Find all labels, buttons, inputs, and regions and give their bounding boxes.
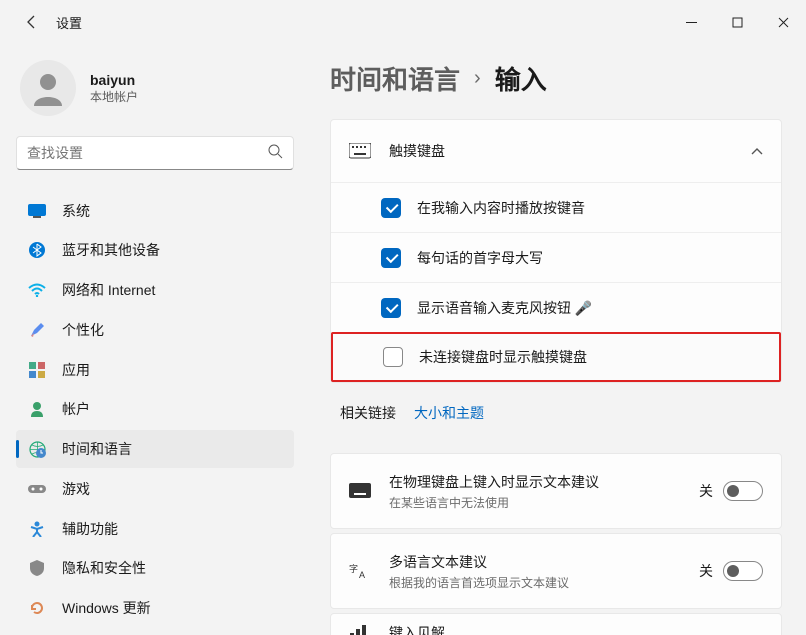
close-button[interactable] <box>760 4 806 40</box>
toggle-state: 关 <box>699 561 713 581</box>
window-title: 设置 <box>56 13 82 32</box>
search-icon <box>268 144 283 162</box>
nav-personalization[interactable]: 个性化 <box>16 311 294 349</box>
nav-label: 游戏 <box>62 479 90 499</box>
chevron-up-icon <box>751 143 763 159</box>
svg-text:A: A <box>359 570 365 580</box>
checkbox-checked[interactable] <box>381 298 401 318</box>
opt-voice-mic[interactable]: 显示语音输入麦克风按钮 🎤 <box>331 282 781 332</box>
size-theme-link[interactable]: 大小和主题 <box>414 403 484 423</box>
physical-keyboard-suggest-card[interactable]: 在物理键盘上键入时显示文本建议 在某些语言中无法使用 关 <box>330 453 782 529</box>
nav-label: 系统 <box>62 201 90 221</box>
nav-label: 网络和 Internet <box>62 280 155 300</box>
accessibility-icon <box>28 520 46 538</box>
user-sub: 本地帐户 <box>90 88 138 105</box>
checkbox-unchecked[interactable] <box>383 347 403 367</box>
nav-label: 辅助功能 <box>62 519 118 539</box>
opt-show-when-no-keyboard[interactable]: 未连接键盘时显示触摸键盘 <box>331 332 781 382</box>
sidebar: baiyun 本地帐户 系统 蓝牙和其他设备 网络和 Internet <box>0 44 302 635</box>
opt-label: 未连接键盘时显示触摸键盘 <box>419 347 587 367</box>
keyboard-solid-icon <box>349 480 371 502</box>
nav-label: 帐户 <box>62 399 90 419</box>
toggle-state: 关 <box>699 481 713 501</box>
nav-label: 蓝牙和其他设备 <box>62 240 160 260</box>
nav-windows-update[interactable]: Windows 更新 <box>16 589 294 627</box>
nav-bluetooth[interactable]: 蓝牙和其他设备 <box>16 232 294 270</box>
search-input[interactable] <box>27 145 268 161</box>
breadcrumb-current: 输入 <box>495 60 547 97</box>
keyboard-icon <box>349 140 371 162</box>
nav-label: 应用 <box>62 360 90 380</box>
brush-icon <box>28 321 46 339</box>
opt-label: 在我输入内容时播放按键音 <box>417 198 585 218</box>
related-label: 相关链接 <box>340 403 396 423</box>
svg-text:字: 字 <box>349 563 358 574</box>
insights-icon <box>349 622 371 635</box>
nav-network[interactable]: 网络和 Internet <box>16 271 294 309</box>
nav-system[interactable]: 系统 <box>16 192 294 230</box>
nav-accessibility[interactable]: 辅助功能 <box>16 510 294 548</box>
nav-gaming[interactable]: 游戏 <box>16 470 294 508</box>
person-icon <box>28 400 46 418</box>
avatar <box>20 60 76 116</box>
breadcrumb-parent[interactable]: 时间和语言 <box>330 60 460 97</box>
update-icon <box>28 599 46 617</box>
opt-label: 显示语音输入麦克风按钮 🎤 <box>417 298 592 318</box>
card-title: 在物理键盘上键入时显示文本建议 <box>389 472 599 492</box>
apps-icon <box>28 361 46 379</box>
back-button[interactable] <box>22 12 42 32</box>
touch-keyboard-card: 触摸键盘 在我输入内容时播放按键音 每句话的首字母大写 显示语音输入麦克风按钮 … <box>330 119 782 383</box>
user-block[interactable]: baiyun 本地帐户 <box>16 52 294 136</box>
nav-privacy[interactable]: 隐私和安全性 <box>16 550 294 588</box>
nav-label: 隐私和安全性 <box>62 558 146 578</box>
multilang-suggest-card[interactable]: 字A 多语言文本建议 根据我的语言首选项显示文本建议 关 <box>330 533 782 609</box>
nav-apps[interactable]: 应用 <box>16 351 294 389</box>
opt-keysound[interactable]: 在我输入内容时播放按键音 <box>331 182 781 232</box>
main-content: 时间和语言 › 输入 触摸键盘 在我输入内容时播放按键音 每句话的首字母大写 <box>302 44 806 635</box>
opt-label: 每句话的首字母大写 <box>417 248 543 268</box>
chevron-right-icon: › <box>474 67 481 90</box>
nav-time-language[interactable]: 时间和语言 <box>16 430 294 468</box>
search-box[interactable] <box>16 136 294 170</box>
checkbox-checked[interactable] <box>381 248 401 268</box>
shield-icon <box>28 559 46 577</box>
language-icon: 字A <box>349 560 371 582</box>
card-subtitle: 根据我的语言首选项显示文本建议 <box>389 574 569 591</box>
card-title: 多语言文本建议 <box>389 552 569 572</box>
wifi-icon <box>28 281 46 299</box>
typing-insights-card[interactable]: 键入见解 <box>330 613 782 635</box>
toggle-off[interactable] <box>723 561 763 581</box>
opt-capitalize[interactable]: 每句话的首字母大写 <box>331 232 781 282</box>
bluetooth-icon <box>28 241 46 259</box>
gamepad-icon <box>28 480 46 498</box>
nav-list: 系统 蓝牙和其他设备 网络和 Internet 个性化 应用 帐户 <box>16 192 294 627</box>
related-links: 相关链接 大小和主题 <box>330 387 782 439</box>
toggle-off[interactable] <box>723 481 763 501</box>
card-title: 键入见解 <box>389 623 445 635</box>
nav-label: 时间和语言 <box>62 439 132 459</box>
user-name: baiyun <box>90 72 138 88</box>
maximize-button[interactable] <box>714 4 760 40</box>
touch-keyboard-header[interactable]: 触摸键盘 <box>331 120 781 182</box>
nav-accounts[interactable]: 帐户 <box>16 391 294 429</box>
window-controls <box>668 4 806 40</box>
globe-clock-icon <box>28 440 46 458</box>
nav-label: Windows 更新 <box>62 598 151 618</box>
titlebar: 设置 <box>0 0 806 44</box>
checkbox-checked[interactable] <box>381 198 401 218</box>
card-title: 触摸键盘 <box>389 141 445 161</box>
breadcrumb: 时间和语言 › 输入 <box>330 60 782 97</box>
system-icon <box>28 202 46 220</box>
card-subtitle: 在某些语言中无法使用 <box>389 494 599 511</box>
nav-label: 个性化 <box>62 320 104 340</box>
minimize-button[interactable] <box>668 4 714 40</box>
